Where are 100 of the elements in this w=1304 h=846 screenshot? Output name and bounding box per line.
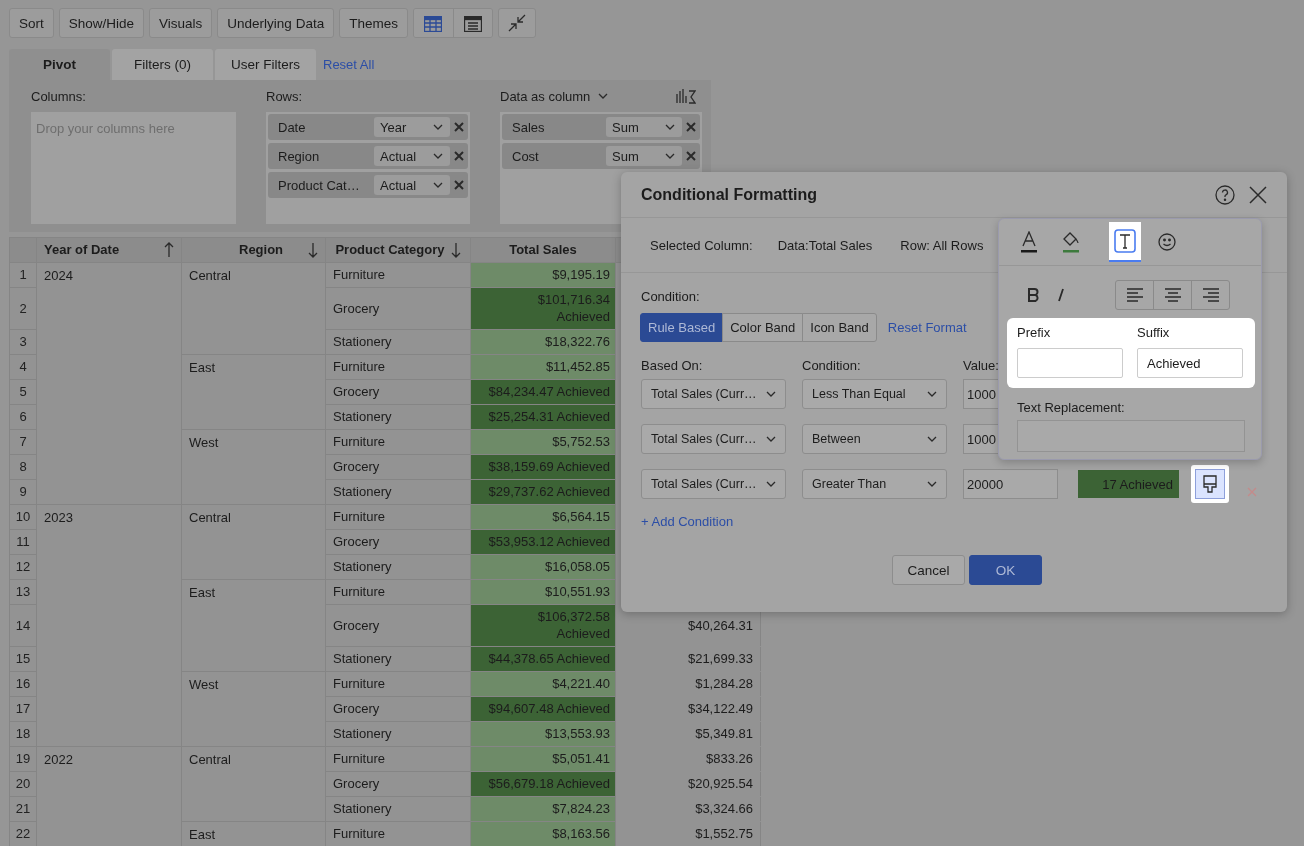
suffix-field[interactable]: Achieved [1137,348,1243,378]
table-cell: Grocery [325,379,471,405]
toolbar-button[interactable]: Themes [339,8,408,38]
table-cell: $9,195.19 [470,262,616,288]
aggregation-dropdown[interactable]: Sum [606,117,682,137]
selected-column-label: Selected Column: [650,237,753,253]
value-field[interactable]: 20000 [963,469,1058,499]
collapse-button[interactable] [497,8,536,38]
column-header[interactable]: Region [181,237,326,263]
field-chip[interactable]: Region Actual [268,143,468,169]
table-cell: $84,234.47 Achieved [470,379,616,405]
table-cell: $833.26 [615,746,761,772]
table-cell: $18,322.76 [470,329,616,355]
row-scope-label: Row: All Rows [900,237,984,253]
based-on-dropdown[interactable]: Total Sales (Curr… [641,469,786,499]
table-cell: Stationery [325,721,471,747]
rows-label: Rows: [266,88,303,104]
pivot-tab[interactable]: Filters (0) [112,49,213,80]
smiley-icon [1158,233,1176,251]
field-chip[interactable]: Date Year [268,114,468,140]
table-cell: Grocery [325,771,471,797]
table-cell: $94,607.48 Achieved [470,696,616,722]
column-header[interactable]: Year of Date [36,237,182,263]
row-number: 18 [9,721,37,747]
field-chip[interactable]: Sales Sum [502,114,700,140]
chevron-down-icon [927,435,938,443]
row-number: 15 [9,646,37,672]
chevron-down-icon [927,390,938,398]
table-cell: East [181,354,326,430]
table-cell: $10,551.93 [470,579,616,605]
table-view-button[interactable] [413,9,453,37]
table-cell: Furniture [325,504,471,530]
row-number: 7 [9,429,37,455]
table-cell: Furniture [325,746,471,772]
align-right-icon [1201,287,1220,303]
toolbar-button[interactable]: Sort [9,8,54,38]
ok-button[interactable]: OK [969,555,1042,585]
table-cell: Stationery [325,404,471,430]
based-on-dropdown[interactable]: Total Sales (Curr… [641,424,786,454]
field-name: Product Cat… [278,177,361,193]
toolbar-button[interactable]: Visuals [149,8,213,38]
dropdown-value: Sum [612,148,639,164]
row-number: 4 [9,354,37,380]
layout-view-button[interactable] [452,9,492,37]
condition-dropdown[interactable]: Less Than Equal [802,379,947,409]
table-cell: Furniture [325,429,471,455]
chevron-down-icon [598,92,610,100]
table-cell: Stationery [325,479,471,505]
table-cell: $8,163.56 [470,821,616,846]
condition-dropdown[interactable]: Between [802,424,947,454]
field-name: Cost [512,148,540,164]
cancel-button[interactable]: Cancel [892,555,965,585]
row-number: 6 [9,404,37,430]
table-cell: $44,378.65 Achieved [470,646,616,672]
pivot-tab[interactable]: Pivot [9,49,110,80]
chevron-down-icon [665,152,676,160]
mode-tab[interactable]: Rule Based [640,313,724,342]
condition-dropdown[interactable]: Greater Than [802,469,947,499]
format-preview: 17 Achieved [1078,470,1179,498]
table-cell: Stationery [325,329,471,355]
chevron-down-icon [766,390,777,398]
mode-tab[interactable]: Color Band [722,313,804,342]
prefix-field[interactable] [1017,348,1123,378]
row-number: 12 [9,554,37,580]
text-format-icon [1114,229,1136,253]
row-number: 22 [9,821,37,846]
aggregation-dropdown[interactable]: Actual [374,146,450,166]
suffix-label: Suffix [1137,325,1171,342]
dropdown-value: Sum [612,119,639,135]
table-cell: $7,824.23 [470,796,616,822]
data-as-column-dropdown[interactable]: Data as column [500,88,610,104]
field-chip[interactable]: Product Cat… Actual [268,172,468,198]
aggregation-dropdown[interactable]: Year [374,117,450,137]
table-cell: Grocery [325,454,471,480]
column-header[interactable]: Total Sales [470,237,616,263]
table-cell: Furniture [325,821,471,846]
pivot-tab[interactable]: User Filters [215,49,316,80]
grid-layout-icon [463,16,482,32]
close-icon [686,122,696,132]
mode-tab[interactable]: Icon Band [802,313,877,342]
column-header[interactable]: Product Category [325,237,471,263]
toolbar-button[interactable]: Underlying Data [217,8,335,38]
aggregation-dropdown[interactable]: Sum [606,146,682,166]
toolbar-button[interactable]: Show/Hide [58,8,145,38]
format-button[interactable] [1191,465,1229,503]
data-layout-icon [676,88,696,104]
table-cell: Furniture [325,579,471,605]
text-replacement-label: Text Replacement: [1017,400,1126,415]
chevron-down-icon [433,152,444,160]
table-cell: $29,737.62 Achieved [470,479,616,505]
table-cell: $5,349.81 [615,721,761,747]
table-cell: $20,925.54 [615,771,761,797]
row-number: 21 [9,796,37,822]
field-chip[interactable]: Cost Sum [502,143,700,169]
field-name: Region [278,148,321,164]
based-on-dropdown[interactable]: Total Sales (Curr… [641,379,786,409]
prefix-label: Prefix [1017,325,1052,342]
format-tab[interactable] [1109,222,1141,262]
column-label: Condition: [802,358,861,373]
aggregation-dropdown[interactable]: Actual [374,175,450,195]
